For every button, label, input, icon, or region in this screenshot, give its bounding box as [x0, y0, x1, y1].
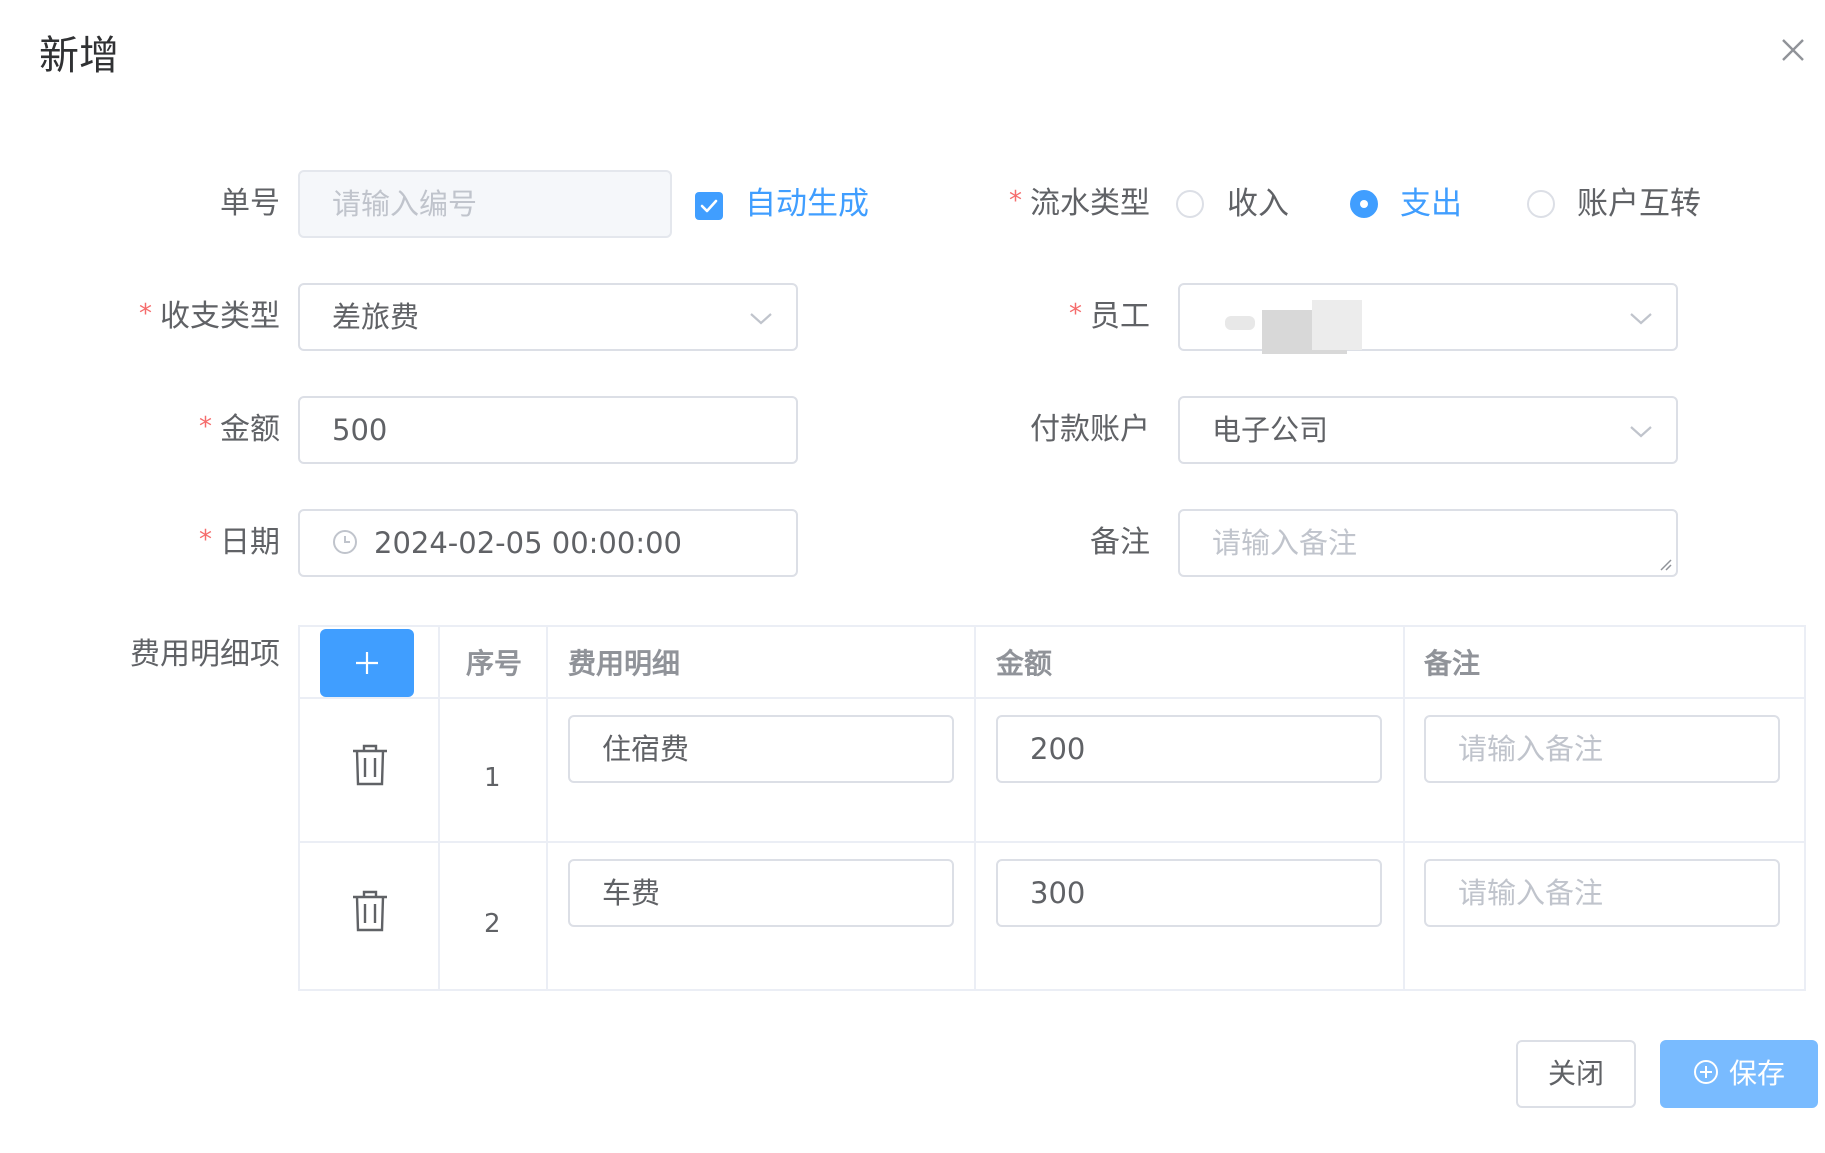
header-seq: 序号: [466, 647, 523, 680]
header-amount: 金额: [996, 647, 1053, 680]
date-picker[interactable]: 2024-02-05 00:00:00: [298, 509, 798, 577]
employee-label-text: 员工: [1090, 299, 1150, 334]
radio-expense[interactable]: [1350, 190, 1378, 218]
plus-circle-icon: [1693, 1060, 1718, 1084]
row-remark-placeholder: 请输入备注: [1458, 876, 1604, 910]
table-row: 2 车费 300 请输入备注: [300, 843, 1804, 989]
row-seq: 1: [484, 763, 501, 793]
remark-label: 备注: [1090, 525, 1150, 560]
close-icon[interactable]: [1775, 32, 1811, 68]
required-mark: *: [1069, 299, 1082, 329]
save-button-label: 保存: [1728, 1057, 1785, 1090]
redacted-block: [1312, 300, 1362, 350]
details-label: 费用明细项: [130, 637, 280, 672]
row-item-input[interactable]: 车费: [568, 859, 954, 927]
amount-label: * 金额: [180, 410, 280, 451]
row-remark-input[interactable]: 请输入备注: [1424, 859, 1780, 927]
row-remark-placeholder: 请输入备注: [1458, 732, 1604, 766]
details-table: 序号 费用明细 金额 备注 1 住宿费 200 请输入备注 2 车费 300 请…: [298, 625, 1806, 991]
row-remark-input[interactable]: 请输入备注: [1424, 715, 1780, 783]
remark-placeholder: 请输入备注: [1212, 526, 1358, 560]
order-no-label: 单号: [220, 186, 280, 221]
chevron-down-icon: [750, 313, 772, 325]
flow-type-label-text: 流水类型: [1030, 186, 1150, 221]
category-select[interactable]: 差旅费: [298, 283, 798, 351]
radio-transfer[interactable]: [1527, 190, 1555, 218]
order-no-input[interactable]: 请输入编号: [298, 170, 672, 238]
required-mark: *: [199, 525, 212, 555]
radio-income-label[interactable]: 收入: [1227, 184, 1289, 224]
row-amount-input[interactable]: 300: [996, 859, 1382, 927]
header-item: 费用明细: [568, 647, 681, 680]
add-row-button[interactable]: [320, 629, 414, 697]
dialog-title: 新增: [39, 33, 119, 79]
required-mark: *: [199, 412, 212, 442]
check-icon: [700, 199, 718, 213]
order-no-placeholder: 请输入编号: [332, 187, 478, 221]
auto-generate-label[interactable]: 自动生成: [745, 184, 869, 224]
trash-icon[interactable]: [350, 743, 390, 787]
pay-account-select[interactable]: 电子公司: [1178, 396, 1678, 464]
employee-label: * 员工: [1060, 297, 1150, 338]
radio-expense-label[interactable]: 支出: [1400, 184, 1462, 224]
clock-icon: [333, 530, 357, 554]
row-amount-input[interactable]: 200: [996, 715, 1382, 783]
header-remark: 备注: [1424, 647, 1481, 680]
amount-value: 500: [332, 413, 388, 447]
radio-income[interactable]: [1176, 190, 1204, 218]
required-mark: *: [1009, 186, 1022, 216]
flow-type-label: * 流水类型: [1000, 184, 1150, 225]
date-label: * 日期: [180, 523, 280, 564]
pay-account-value: 电子公司: [1212, 413, 1329, 447]
redacted-block: [1225, 316, 1255, 330]
date-label-text: 日期: [220, 525, 280, 560]
amount-input[interactable]: 500: [298, 396, 798, 464]
radio-transfer-label[interactable]: 账户互转: [1577, 184, 1701, 224]
required-mark: *: [139, 299, 152, 329]
save-button[interactable]: 保存: [1660, 1040, 1818, 1108]
category-value: 差旅费: [332, 300, 420, 334]
pay-account-label: 付款账户: [1030, 412, 1150, 447]
plus-icon: [356, 652, 378, 674]
remark-textarea[interactable]: 请输入备注: [1178, 509, 1678, 577]
category-label: * 收支类型: [120, 297, 280, 338]
date-value: 2024-02-05 00:00:00: [374, 526, 682, 560]
close-button[interactable]: 关闭: [1516, 1040, 1636, 1108]
auto-generate-checkbox[interactable]: [695, 192, 723, 220]
category-label-text: 收支类型: [160, 299, 280, 334]
add-dialog: 新增 单号 请输入编号 自动生成 * 流水类型 收入 支出 账户互转 * 收支类型 …: [0, 0, 1825, 1153]
row-seq: 2: [484, 909, 501, 939]
table-row: 1 住宿费 200 请输入备注: [300, 699, 1804, 841]
row-item-input[interactable]: 住宿费: [568, 715, 954, 783]
chevron-down-icon: [1630, 426, 1652, 438]
amount-label-text: 金额: [220, 412, 280, 447]
trash-icon[interactable]: [350, 889, 390, 933]
chevron-down-icon: [1630, 313, 1652, 325]
resize-handle-icon[interactable]: [1656, 555, 1672, 571]
